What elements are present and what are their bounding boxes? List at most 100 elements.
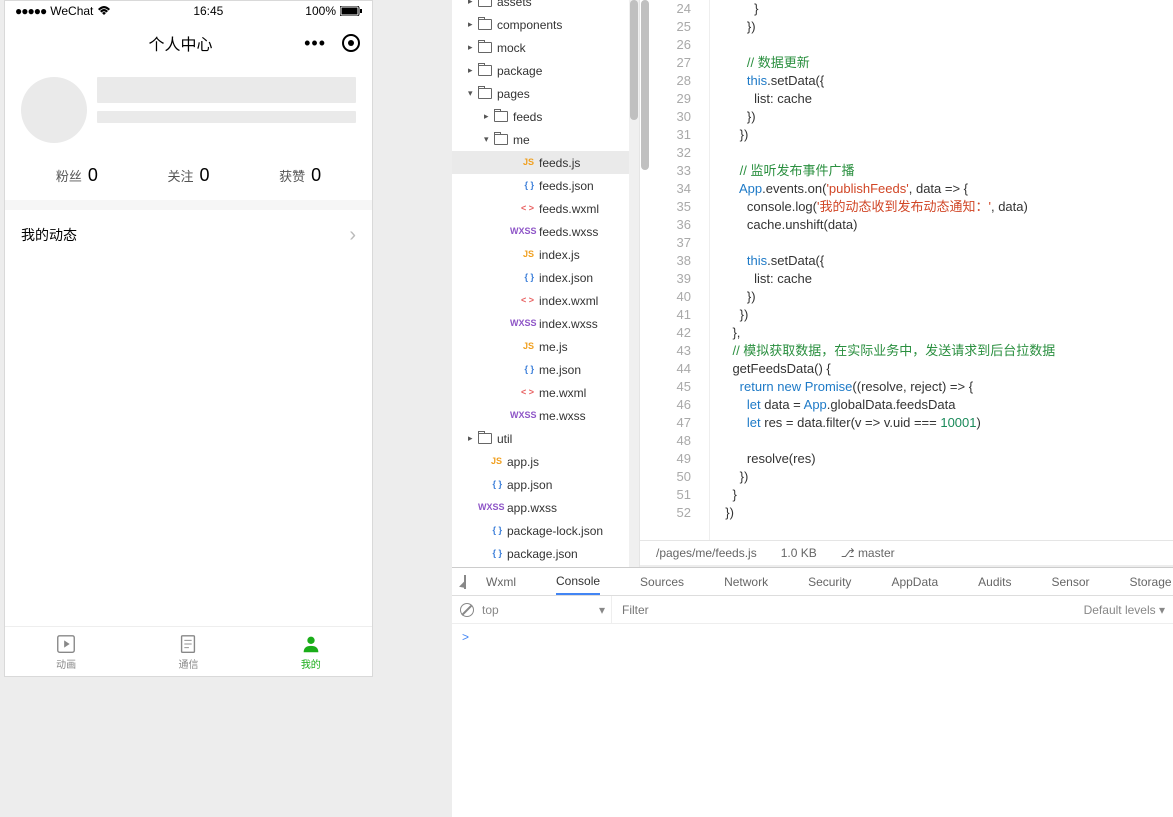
log-levels[interactable]: Default levels ▾: [1084, 603, 1165, 617]
devtools-tab-audits[interactable]: Audits: [978, 575, 1011, 589]
tree-item[interactable]: ▸components: [452, 13, 629, 36]
page-title: 个人中心: [57, 31, 304, 55]
tree-item[interactable]: { }package-lock.json: [452, 519, 629, 542]
tree-label: package.json: [507, 547, 578, 561]
folder-icon: [478, 65, 492, 76]
name-skeleton: [97, 77, 356, 103]
devtools-tab-storage[interactable]: Storage: [1130, 575, 1172, 589]
battery-label: 100%: [305, 4, 336, 18]
code-editor[interactable]: 2425262728293031323334353637383940414243…: [640, 0, 1173, 540]
devtools-panel: Wxml Console Sources Network Security AppData…: [452, 567, 1173, 817]
menu-dots-icon[interactable]: •••: [304, 33, 326, 54]
console-body[interactable]: >: [452, 624, 1173, 651]
tree-item[interactable]: JSfeeds.js: [452, 151, 629, 174]
tree-scrollbar[interactable]: [629, 0, 639, 567]
time-label: 16:45: [193, 4, 223, 18]
json-file-icon: { }: [510, 273, 534, 282]
tree-label: feeds.js: [539, 156, 580, 170]
folder-icon: [478, 88, 492, 99]
file-path: /pages/me/feeds.js: [656, 546, 757, 560]
clear-console-icon[interactable]: [460, 603, 474, 617]
scope-selector[interactable]: top▾: [482, 596, 612, 623]
tree-item[interactable]: WXSSindex.wxss: [452, 312, 629, 335]
battery-icon: [340, 6, 362, 16]
json-file-icon: { }: [510, 365, 534, 374]
cell-my-feeds[interactable]: 我的动态 ›: [5, 210, 372, 260]
tree-label: feeds.json: [539, 179, 594, 193]
folder-icon: [494, 111, 508, 122]
tree-label: pages: [497, 87, 530, 101]
devtools-tab-security[interactable]: Security: [808, 575, 851, 589]
js-file-icon: JS: [478, 457, 502, 466]
stat-fans[interactable]: 粉丝0: [56, 165, 98, 186]
devtools-tab-sources[interactable]: Sources: [640, 575, 684, 589]
devtools-tab-sensor[interactable]: Sensor: [1052, 575, 1090, 589]
tree-item[interactable]: { }feeds.json: [452, 174, 629, 197]
tree-label: index.json: [539, 271, 593, 285]
tree-label: me.json: [539, 363, 581, 377]
tree-item[interactable]: JS index.js: [452, 243, 629, 266]
tree-label: app.json: [507, 478, 552, 492]
tab-me[interactable]: 我的: [250, 627, 372, 676]
devtools-tab-network[interactable]: Network: [724, 575, 768, 589]
wxss-file-icon: WXSS: [478, 503, 502, 512]
profile-card: 粉丝0 关注0 获赞0: [5, 65, 372, 200]
tree-label: me.js: [539, 340, 568, 354]
tree-item[interactable]: { }app.json: [452, 473, 629, 496]
editor-scrollbar[interactable]: [641, 0, 649, 170]
tree-item[interactable]: ▾me: [452, 128, 629, 151]
devtools-tab-appdata[interactable]: AppData: [891, 575, 938, 589]
tree-label: feeds.wxml: [539, 202, 599, 216]
subtitle-skeleton: [97, 111, 356, 123]
prompt-icon: >: [462, 630, 469, 644]
cell-label: 我的动态: [21, 225, 77, 245]
filter-input[interactable]: [620, 601, 880, 619]
person-icon: [300, 633, 322, 655]
tab-feed[interactable]: 动画: [5, 627, 127, 676]
folder-icon: [478, 19, 492, 30]
tree-item[interactable]: JSme.js: [452, 335, 629, 358]
wxss-file-icon: WXSS: [510, 319, 534, 328]
code-body[interactable]: } }) // 数据更新 this.setData({ list: cache …: [710, 0, 1055, 540]
tree-item[interactable]: ▸feeds: [452, 105, 629, 128]
signal-dots-icon: ●●●●●: [15, 4, 46, 18]
nav-bar: 个人中心 •••: [5, 21, 372, 65]
json-file-icon: { }: [478, 549, 502, 558]
devtools-tab-console[interactable]: Console: [556, 574, 600, 595]
inspect-icon[interactable]: [464, 575, 466, 589]
tree-item[interactable]: ▸mock: [452, 36, 629, 59]
tree-item[interactable]: WXSSfeeds.wxss: [452, 220, 629, 243]
tree-item[interactable]: < >feeds.wxml: [452, 197, 629, 220]
tab-message[interactable]: 通信: [127, 627, 249, 676]
stat-like[interactable]: 获赞0: [279, 165, 321, 186]
tree-item[interactable]: < >index.wxml: [452, 289, 629, 312]
folder-icon: [478, 42, 492, 53]
tree-item[interactable]: ▸package: [452, 59, 629, 82]
stat-follow[interactable]: 关注0: [167, 165, 209, 186]
document-icon: [177, 633, 199, 655]
tree-item[interactable]: { } package.json: [452, 542, 629, 565]
tree-label: index.js: [539, 248, 580, 262]
tree-label: app.js: [507, 455, 539, 469]
tree-label: app.wxss: [507, 501, 557, 515]
simulator-frame: ●●●●● WeChat 16:45 100% 个人中心 ••• 粉丝0 关注0: [4, 0, 373, 677]
tree-label: feeds: [513, 110, 542, 124]
tree-item[interactable]: < >me.wxml: [452, 381, 629, 404]
tree-item[interactable]: { } me.json: [452, 358, 629, 381]
close-target-icon[interactable]: [342, 34, 360, 52]
folder-icon: [494, 134, 508, 145]
js-file-icon: JS: [510, 250, 534, 259]
devtools-tab-wxml[interactable]: Wxml: [486, 575, 516, 589]
tree-item[interactable]: ▸assets: [452, 0, 629, 13]
tree-item[interactable]: ▸util: [452, 427, 629, 450]
tree-item[interactable]: JS app.js: [452, 450, 629, 473]
tree-item[interactable]: WXSS app.wxss: [452, 496, 629, 519]
tree-item[interactable]: WXSSme.wxss: [452, 404, 629, 427]
tree-item[interactable]: ▾pages: [452, 82, 629, 105]
tree-item[interactable]: { } index.json: [452, 266, 629, 289]
file-explorer: ▸assets▸components▸mock▸package▾pages▸fe…: [452, 0, 640, 567]
tree-label: assets: [497, 0, 532, 9]
tree-label: me.wxml: [539, 386, 586, 400]
avatar[interactable]: [21, 77, 87, 143]
tree-label: feeds.wxss: [539, 225, 598, 239]
